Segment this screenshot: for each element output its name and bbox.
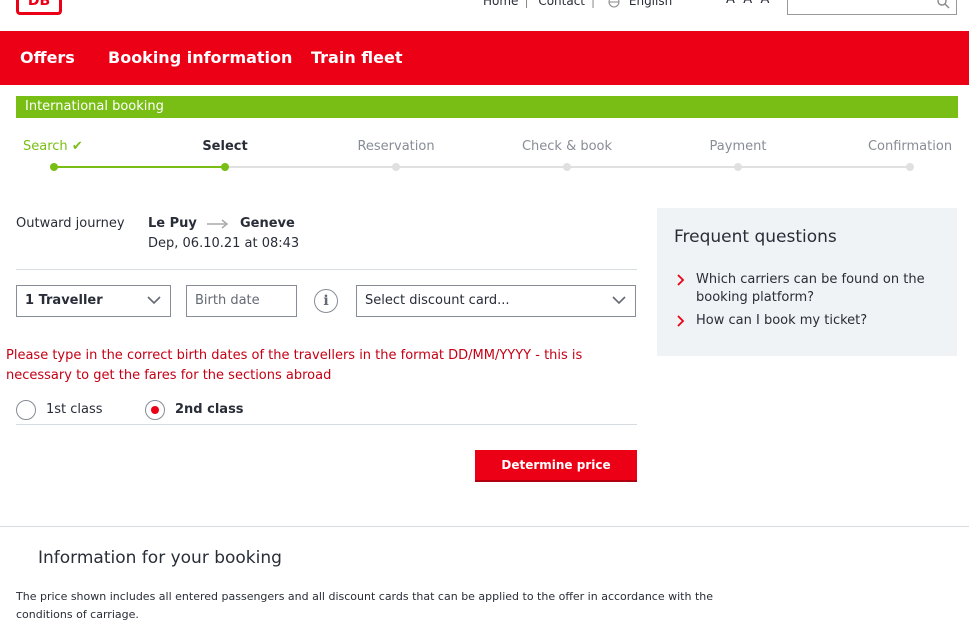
faq-item-carriers[interactable]: Which carriers can be found on the booki… [696, 271, 946, 307]
journey-destination: Geneve [239, 216, 295, 231]
search-input[interactable] [787, 0, 957, 15]
contact-link[interactable]: Contact [538, 0, 585, 8]
second-class-label[interactable]: 2nd class [175, 402, 244, 417]
db-logo[interactable]: DB [16, 0, 62, 15]
traveller-value: 1 Traveller [25, 293, 103, 308]
birth-date-error-message: Please type in the correct birth dates o… [6, 348, 583, 383]
step-confirmation: Confirmation [867, 139, 953, 154]
home-link[interactable]: Home [483, 0, 518, 8]
step-check-and-book: Check & book [521, 139, 613, 154]
language-selector[interactable]: English [629, 0, 672, 8]
step-dot-reservation [392, 163, 400, 171]
font-size-medium[interactable]: A [743, 0, 760, 7]
nav-item-train-fleet[interactable]: Train fleet [311, 48, 403, 67]
divider [16, 269, 637, 270]
nav-item-booking-information[interactable]: Booking information [108, 48, 292, 67]
chevron-down-icon [147, 296, 161, 305]
main-nav: Offers Booking information Train fleet [0, 31, 969, 85]
step-dot-search [50, 163, 58, 171]
nav-item-offers[interactable]: Offers [20, 48, 75, 67]
check-icon: ✔ [71, 139, 83, 154]
discount-card-select[interactable]: Select discount card... [356, 285, 636, 317]
first-class-radio[interactable] [16, 400, 36, 420]
page-banner: International booking [16, 96, 958, 118]
chevron-down-icon [612, 296, 626, 305]
section-divider [0, 526, 969, 527]
determine-price-button[interactable]: Determine price [475, 450, 637, 482]
faq-panel: Frequent questions Which carriers can be… [657, 208, 957, 356]
faq-title: Frequent questions [674, 227, 837, 247]
faq-item-book-ticket[interactable]: How can I book my ticket? [696, 312, 946, 330]
divider [16, 424, 637, 425]
booking-stepper: Search ✔ Select Reservation Check & book… [0, 130, 969, 180]
traveller-select[interactable]: 1 Traveller [16, 285, 171, 317]
step-dot-select [221, 163, 229, 171]
step-dot-payment [734, 163, 742, 171]
top-bar: DB Home| Contact| English AAA [0, 0, 969, 31]
stepper-progress [54, 166, 225, 168]
chevron-right-icon [677, 315, 685, 327]
journey-label: Outward journey [16, 216, 125, 231]
journey-route: Le Puy Geneve [148, 216, 295, 231]
link-separator: | [591, 0, 596, 8]
search-icon[interactable] [936, 0, 950, 11]
step-search[interactable]: Search ✔ [23, 139, 83, 154]
birth-date-input[interactable]: Birth date [186, 285, 297, 317]
step-payment: Payment [709, 139, 767, 154]
step-reservation: Reservation [357, 139, 435, 154]
font-size-small[interactable]: A [726, 0, 743, 7]
font-size-large[interactable]: A [761, 0, 778, 7]
top-links: Home | Contact | English [483, 0, 678, 8]
info-title: Information for your booking [38, 548, 282, 568]
globe-icon [608, 0, 620, 7]
discount-card-value: Select discount card... [365, 293, 510, 308]
step-search-label: Search [23, 139, 68, 154]
journey-departure: Dep, 06.10.21 at 08:43 [148, 236, 300, 251]
info-text: The price shown includes all entered pas… [16, 590, 713, 621]
step-select: Select [202, 139, 248, 154]
step-dot-check-and-book [563, 163, 571, 171]
arrow-right-icon [207, 218, 229, 229]
chevron-right-icon [677, 274, 685, 286]
link-separator: | [524, 0, 529, 8]
journey-origin: Le Puy [148, 216, 197, 231]
font-size-controls: AAA [726, 0, 777, 7]
first-class-label[interactable]: 1st class [46, 402, 103, 417]
second-class-radio[interactable] [145, 400, 165, 420]
info-icon[interactable]: i [314, 289, 338, 313]
step-dot-confirmation [906, 163, 914, 171]
